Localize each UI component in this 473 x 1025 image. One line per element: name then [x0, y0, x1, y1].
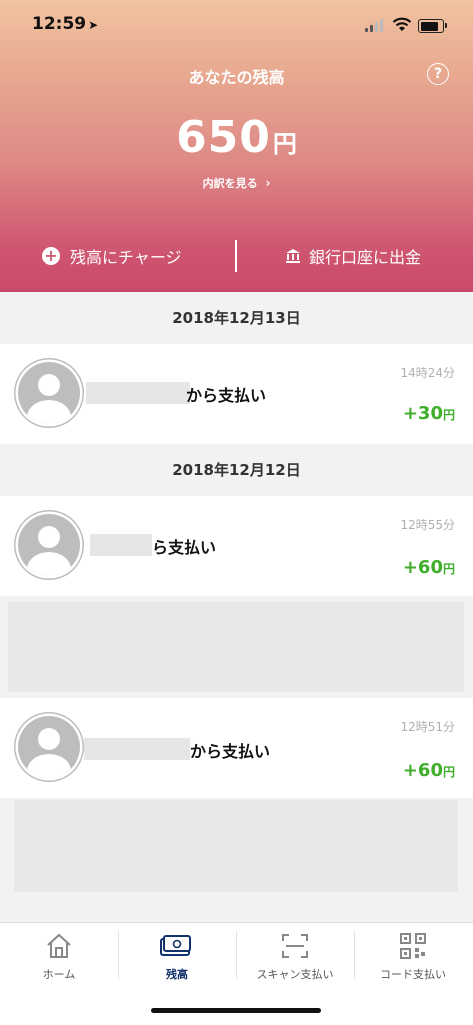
transaction-row[interactable]: から支払い 14時24分 +30円: [0, 344, 473, 444]
home-indicator[interactable]: [151, 1008, 321, 1013]
transaction-time: 12時51分: [400, 720, 455, 734]
transaction-amount-value: +60: [402, 557, 443, 578]
status-bar: 12:59 ➤: [0, 10, 473, 38]
transaction-description: から支払い: [190, 742, 271, 761]
tab-code-label: コード支払い: [380, 968, 446, 981]
transaction-row[interactable]: から支払い 12時51分 +60円: [0, 698, 473, 798]
redacted-block: [8, 602, 464, 692]
balance-actions: + 残高にチャージ 銀行口座に出金: [0, 238, 473, 274]
withdraw-button-label: 銀行口座に出金: [309, 248, 422, 267]
wifi-icon: [392, 17, 412, 31]
avatar: [18, 362, 80, 424]
tab-balance-label: 残高: [166, 968, 188, 981]
transaction-amount-unit: 円: [442, 408, 455, 422]
location-arrow-icon: ➤: [88, 18, 99, 32]
avatar: [18, 514, 80, 576]
plus-circle-icon: +: [42, 247, 60, 265]
bank-icon: [286, 249, 300, 263]
withdraw-button[interactable]: 銀行口座に出金: [285, 238, 421, 274]
qr-code-icon: [400, 933, 426, 959]
transaction-row[interactable]: ら支払い 12時55分 +60円: [0, 496, 473, 596]
help-icon[interactable]: ?: [427, 63, 449, 85]
breakdown-link[interactable]: 内訳を見る ›: [0, 175, 473, 191]
scan-icon: [282, 934, 308, 958]
redacted-name: [86, 382, 190, 404]
redacted-name: [84, 738, 190, 760]
status-time-text: 12:59: [32, 14, 87, 34]
transaction-time: 14時24分: [400, 366, 455, 380]
balance-display: 650円: [0, 112, 473, 163]
tab-balance[interactable]: 残高: [118, 923, 236, 985]
transaction-amount: +30円: [403, 403, 455, 424]
action-divider: [235, 240, 237, 272]
tab-scan[interactable]: スキャン支払い: [236, 923, 354, 985]
transaction-amount-value: +60: [402, 760, 443, 781]
tab-home-label: ホーム: [42, 968, 76, 981]
charge-button-label: 残高にチャージ: [70, 248, 182, 267]
transaction-amount: +60円: [403, 557, 455, 578]
balance-header: 12:59➤ あなたの残高 ? 650円 内訳を見る › + 残高にチャージ: [0, 0, 473, 292]
page-title: あなたの残高: [188, 68, 285, 87]
transaction-amount-unit: 円: [442, 562, 455, 576]
status-time: 12:59 ➤: [32, 14, 98, 34]
date-header: 2018年12月12日: [0, 444, 473, 496]
transaction-description: ら支払い: [152, 538, 217, 557]
transaction-time: 12時55分: [400, 518, 455, 532]
redacted-block: [14, 800, 458, 892]
cellular-signal-icon: [365, 19, 385, 32]
balance-amount: 650: [176, 112, 271, 163]
transaction-amount-unit: 円: [442, 765, 455, 779]
chevron-right-icon: ›: [265, 176, 271, 190]
breakdown-link-label: 内訳を見る: [202, 177, 258, 190]
battery-icon: [418, 19, 447, 33]
avatar: [18, 716, 80, 778]
transaction-description: から支払い: [186, 386, 267, 405]
home-icon: [47, 933, 71, 958]
transaction-amount: +60円: [403, 760, 455, 781]
wallet-icon: [160, 935, 191, 956]
tab-code[interactable]: コード支払い: [354, 923, 472, 985]
charge-button[interactable]: + 残高にチャージ: [42, 238, 182, 274]
tab-home[interactable]: ホーム: [0, 923, 118, 985]
redacted-name: [90, 534, 152, 556]
balance-unit: 円: [272, 130, 297, 158]
date-header: 2018年12月13日: [0, 292, 473, 344]
transaction-amount-value: +30: [402, 403, 443, 424]
tab-scan-label: スキャン支払い: [256, 968, 334, 981]
